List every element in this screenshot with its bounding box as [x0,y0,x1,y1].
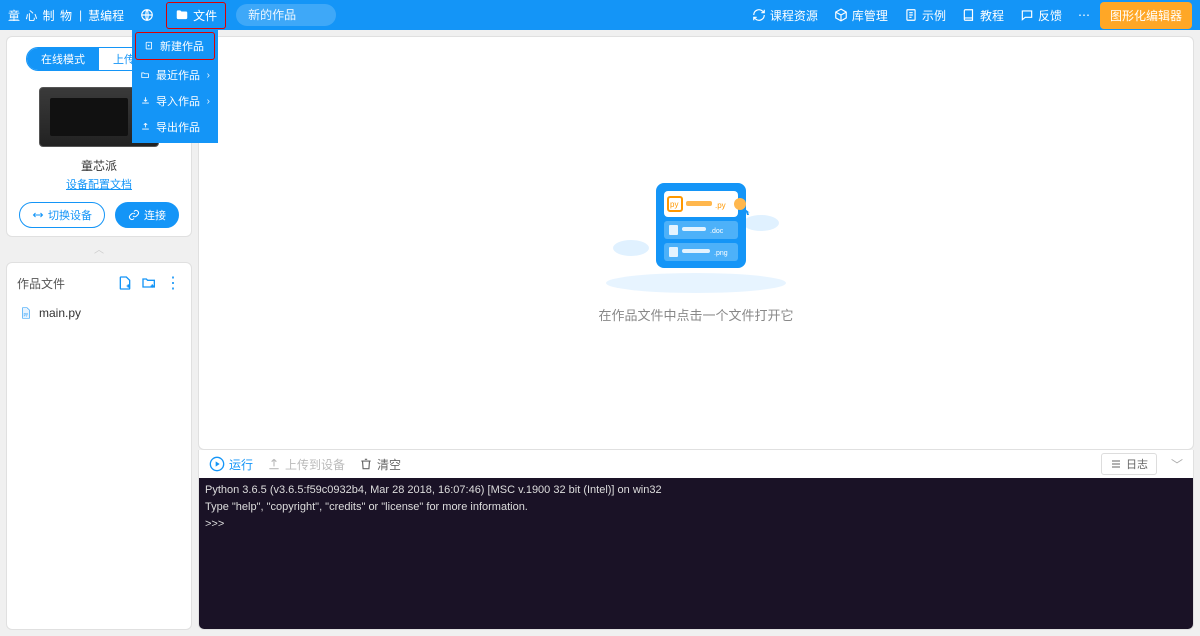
lang-button[interactable] [132,4,166,26]
new-file-icon[interactable] [117,275,133,291]
new-project-item[interactable]: 新建作品 [135,32,215,60]
files-more-icon[interactable]: ⋮ [165,273,181,293]
brand-divider: | [79,8,82,22]
console-toolbar: 运行 上传到设备 清空 日志 ﹀ [198,450,1194,478]
link-icon [128,209,140,221]
brand: 童 心 制 物 [8,7,73,24]
new-folder-icon[interactable] [141,275,157,291]
tutorial-link[interactable]: 教程 [956,4,1010,27]
upload-icon [267,457,281,471]
chevron-right-icon: › [207,96,210,107]
feedback-link[interactable]: 反馈 [1014,4,1068,27]
chevron-right-icon: › [207,70,210,81]
top-bar: 童 心 制 物 | 慧编程 文件 课程资源 库管理 示例 教程 反馈 ⋯ 图形化… [0,0,1200,30]
more-menu[interactable]: ⋯ [1072,5,1096,25]
empty-text: 在作品文件中点击一个文件打开它 [598,305,793,324]
project-title-input[interactable] [236,4,336,26]
run-button[interactable]: 运行 [209,456,253,473]
folder-open-icon [140,70,151,80]
lib-manage-link[interactable]: 库管理 [828,4,894,27]
terminal-output[interactable]: Python 3.6.5 (v3.6.5:f59c0932b4, Mar 28 … [198,478,1194,630]
editor-empty-area: py .py .doc .png 在作品文件中点击一个文件打开它 [198,36,1194,450]
files-card: 作品文件 ⋮ py main.py [6,262,192,630]
log-selector[interactable]: 日志 [1101,453,1157,475]
collapse-handle[interactable]: ︿ [6,241,192,256]
device-config-link[interactable]: 设备配置文档 [66,176,132,192]
svg-text:py: py [670,200,678,209]
play-icon [209,456,225,472]
package-icon [834,8,848,22]
globe-icon [140,8,154,22]
files-header: 作品文件 [17,275,65,292]
swap-icon [32,209,44,221]
python-file-icon: py [19,306,33,320]
import-project-item[interactable]: 导入作品 › [132,88,218,114]
doc-icon [904,8,918,22]
file-dropdown: 新建作品 最近作品 › 导入作品 › 导出作品 [132,30,218,143]
list-icon [1110,458,1122,470]
export-project-item[interactable]: 导出作品 [132,114,218,140]
top-right-group: 课程资源 库管理 示例 教程 反馈 ⋯ 图形化编辑器 [746,2,1192,29]
file-name: main.py [39,306,81,320]
export-icon [140,122,151,132]
import-icon [140,96,151,106]
file-menu-button[interactable]: 文件 [166,2,226,29]
book-icon [962,8,976,22]
plus-file-icon [144,41,155,51]
file-item-main[interactable]: py main.py [17,303,181,323]
recent-project-item[interactable]: 最近作品 › [132,62,218,88]
chevron-down-icon[interactable]: ﹀ [1171,456,1183,473]
svg-text:.png: .png [714,250,728,257]
device-name: 童芯派 [81,157,117,174]
clear-button[interactable]: 清空 [359,456,401,473]
svg-text:.doc: .doc [710,228,724,235]
empty-illustration: py .py .doc .png [596,163,796,293]
file-menu-label: 文件 [193,7,217,24]
upload-to-device-button: 上传到设备 [267,456,345,473]
brand-sub: 慧编程 [88,7,124,24]
tab-online[interactable]: 在线模式 [27,48,99,70]
course-resources-link[interactable]: 课程资源 [746,4,824,27]
folder-icon [175,8,189,22]
graphical-editor-button[interactable]: 图形化编辑器 [1100,2,1192,29]
svg-text:.py: .py [715,201,726,210]
refresh-icon [752,8,766,22]
switch-device-button[interactable]: 切换设备 [19,202,105,228]
chat-icon [1020,8,1034,22]
clear-icon [359,457,373,471]
connect-button[interactable]: 连接 [115,202,179,228]
example-link[interactable]: 示例 [898,4,952,27]
